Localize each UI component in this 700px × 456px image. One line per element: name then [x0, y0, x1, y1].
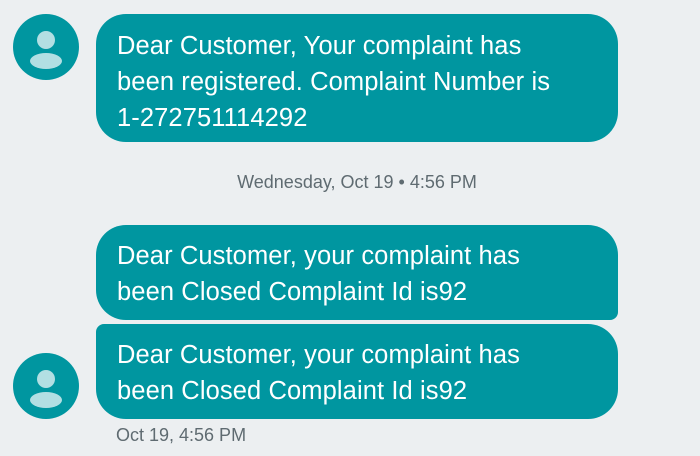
- date-separator: Wednesday, Oct 19 • 4:56 PM: [237, 172, 477, 192]
- message-bubble[interactable]: Dear Customer, Your complaint has been r…: [96, 14, 618, 142]
- message-timestamp: Oct 19, 4:56 PM: [116, 425, 247, 445]
- message-bubble[interactable]: Dear Customer, your complaint has been C…: [96, 324, 618, 419]
- person-icon: [30, 370, 62, 408]
- message-text: Dear Customer, Your complaint has been r…: [117, 32, 551, 132]
- contact-avatar[interactable]: [13, 14, 79, 80]
- message-text: Dear Customer, your complaint has been C…: [117, 341, 520, 405]
- contact-avatar[interactable]: [13, 353, 79, 419]
- message-text: Dear Customer, your complaint has been C…: [117, 242, 520, 306]
- message-bubble[interactable]: Dear Customer, your complaint has been C…: [96, 225, 618, 320]
- person-icon: [30, 31, 62, 69]
